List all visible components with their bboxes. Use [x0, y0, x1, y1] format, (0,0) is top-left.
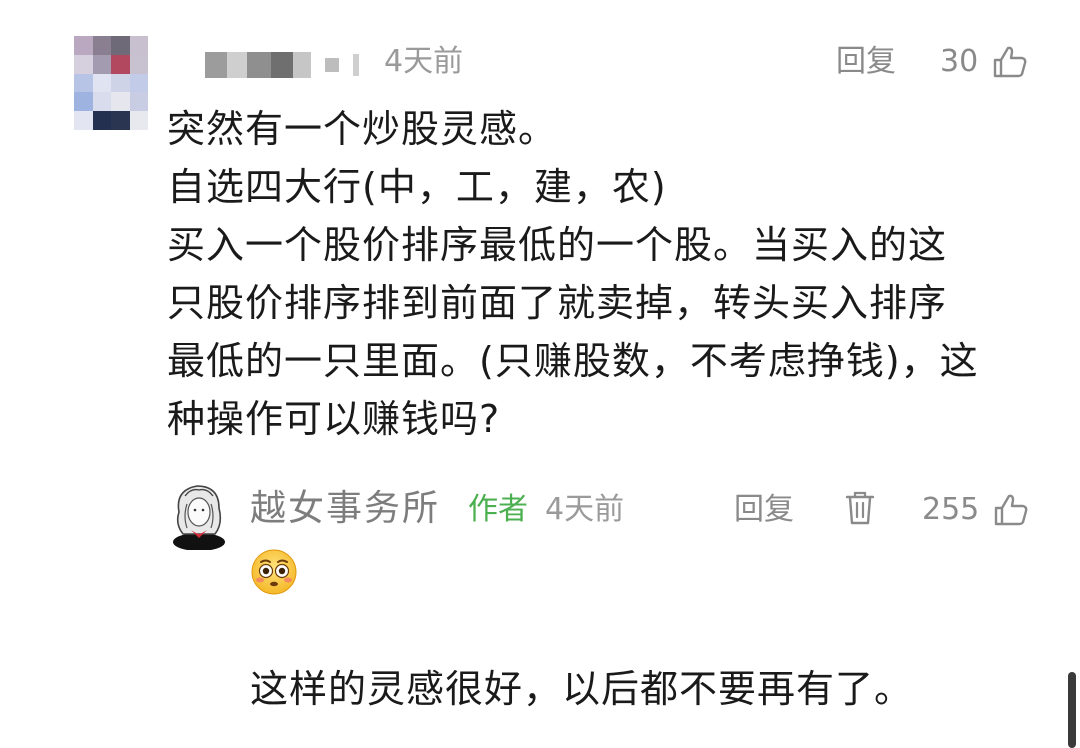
comment-line: 最低的一只里面。(只赚股数，不考虑挣钱)，这	[167, 339, 979, 383]
reply-body: 这样的灵感很好，以后都不要再有了。	[250, 667, 914, 711]
author-avatar[interactable]	[171, 482, 227, 550]
thumbs-up-icon[interactable]	[993, 492, 1029, 528]
comment-thread: 4天前 回复 30 突然有一个炒股灵感。 自选四大行(中，工，建，农) 买入一个…	[0, 0, 1080, 748]
trash-icon[interactable]	[844, 490, 876, 526]
commenter-avatar[interactable]	[74, 36, 148, 130]
flushed-face-icon	[251, 549, 297, 595]
scrollbar[interactable]	[1068, 672, 1076, 748]
comment-body: 突然有一个炒股灵感。 自选四大行(中，工，建，农) 买入一个股价排序最低的一个股…	[167, 100, 1047, 448]
reply-button[interactable]: 回复	[734, 490, 794, 530]
like-count: 30	[940, 44, 979, 79]
comment-line: 种操作可以赚钱吗?	[167, 397, 501, 441]
comment-timestamp: 4天前	[384, 44, 464, 79]
author-name[interactable]: 越女事务所	[250, 486, 440, 532]
comment-line: 只股价排序排到前面了就卖掉，转头买入排序	[167, 281, 948, 325]
thumbs-up-icon[interactable]	[992, 44, 1028, 80]
author-badge: 作者	[468, 492, 528, 527]
comment-line: 突然有一个炒股灵感。	[167, 107, 558, 151]
reply-timestamp: 4天前	[545, 492, 625, 527]
like-count: 255	[922, 492, 980, 527]
comment-line: 自选四大行(中，工，建，农)	[167, 165, 667, 209]
commenter-name-redacted[interactable]	[205, 52, 359, 78]
comment-line: 买入一个股价排序最低的一个股。当买入的这	[167, 223, 948, 267]
reply-button[interactable]: 回复	[836, 42, 896, 82]
